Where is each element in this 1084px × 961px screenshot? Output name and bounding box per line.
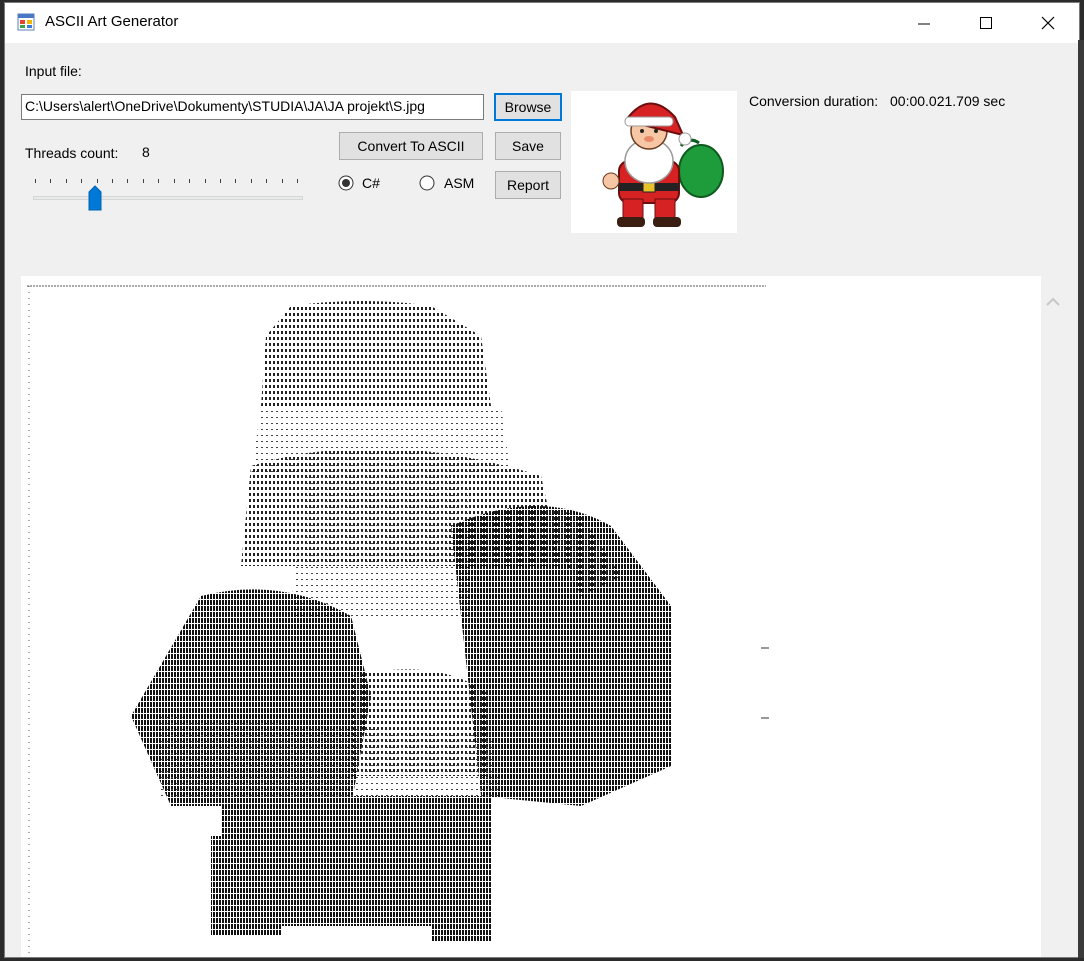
threads-slider[interactable] [31, 175, 305, 211]
threads-count-value: 8 [142, 144, 150, 160]
slider-tick [219, 179, 221, 183]
chevron-up-icon[interactable] [1045, 294, 1061, 310]
report-button[interactable]: Report [495, 171, 561, 199]
slider-tick [189, 179, 191, 183]
radio-asm-label[interactable]: ASM [444, 175, 474, 191]
ascii-art-output [27, 285, 769, 957]
radio-csharp-label[interactable]: C# [362, 175, 380, 191]
slider-tick [50, 179, 52, 183]
slider-tick [281, 179, 283, 183]
title-bar[interactable]: ASCII Art Generator [5, 3, 1079, 43]
radio-asm[interactable] [419, 175, 435, 191]
slider-thumb[interactable] [88, 185, 102, 211]
slider-tick [204, 179, 206, 183]
maximize-icon [980, 17, 992, 29]
slider-track [33, 196, 303, 200]
slider-tick [297, 179, 298, 183]
save-button[interactable]: Save [495, 132, 561, 160]
preview-image [571, 91, 737, 233]
convert-button[interactable]: Convert To ASCII [339, 132, 483, 160]
slider-tick [250, 179, 252, 183]
slider-tick [96, 179, 98, 183]
minimize-button[interactable] [893, 3, 955, 43]
slider-tick [142, 179, 144, 183]
slider-tick [173, 179, 175, 183]
input-file-path-field[interactable]: C:\Users\alert\OneDrive\Dokumenty\STUDIA… [21, 94, 484, 120]
slider-tick [65, 179, 67, 183]
background-strip [1078, 40, 1084, 958]
ascii-output-textbox[interactable] [21, 276, 1064, 957]
slider-tick [235, 179, 237, 183]
browse-button[interactable]: Browse [494, 93, 562, 121]
slider-tick [35, 179, 36, 183]
radio-csharp[interactable] [338, 175, 354, 191]
slider-tick [266, 179, 268, 183]
conversion-duration-label: Conversion duration: [749, 93, 879, 109]
vertical-scrollbar[interactable] [1041, 276, 1064, 957]
slider-tick [127, 179, 129, 183]
close-button[interactable] [1017, 3, 1079, 43]
threads-count-label: Threads count: [25, 145, 119, 161]
app-window: ASCII Art Generator Input file: C:\Users… [4, 2, 1080, 958]
window-title: ASCII Art Generator [45, 13, 179, 30]
slider-tick [112, 179, 114, 183]
conversion-duration-value: 00:00.021.709 sec [890, 93, 1006, 109]
slider-tick [81, 179, 83, 183]
slider-tick [158, 179, 160, 183]
input-file-label: Input file: [25, 63, 82, 79]
santa-image [602, 102, 724, 227]
minimize-icon [918, 23, 930, 25]
maximize-button[interactable] [955, 3, 1017, 43]
app-windows-icon [17, 13, 35, 31]
close-icon [1041, 16, 1055, 30]
